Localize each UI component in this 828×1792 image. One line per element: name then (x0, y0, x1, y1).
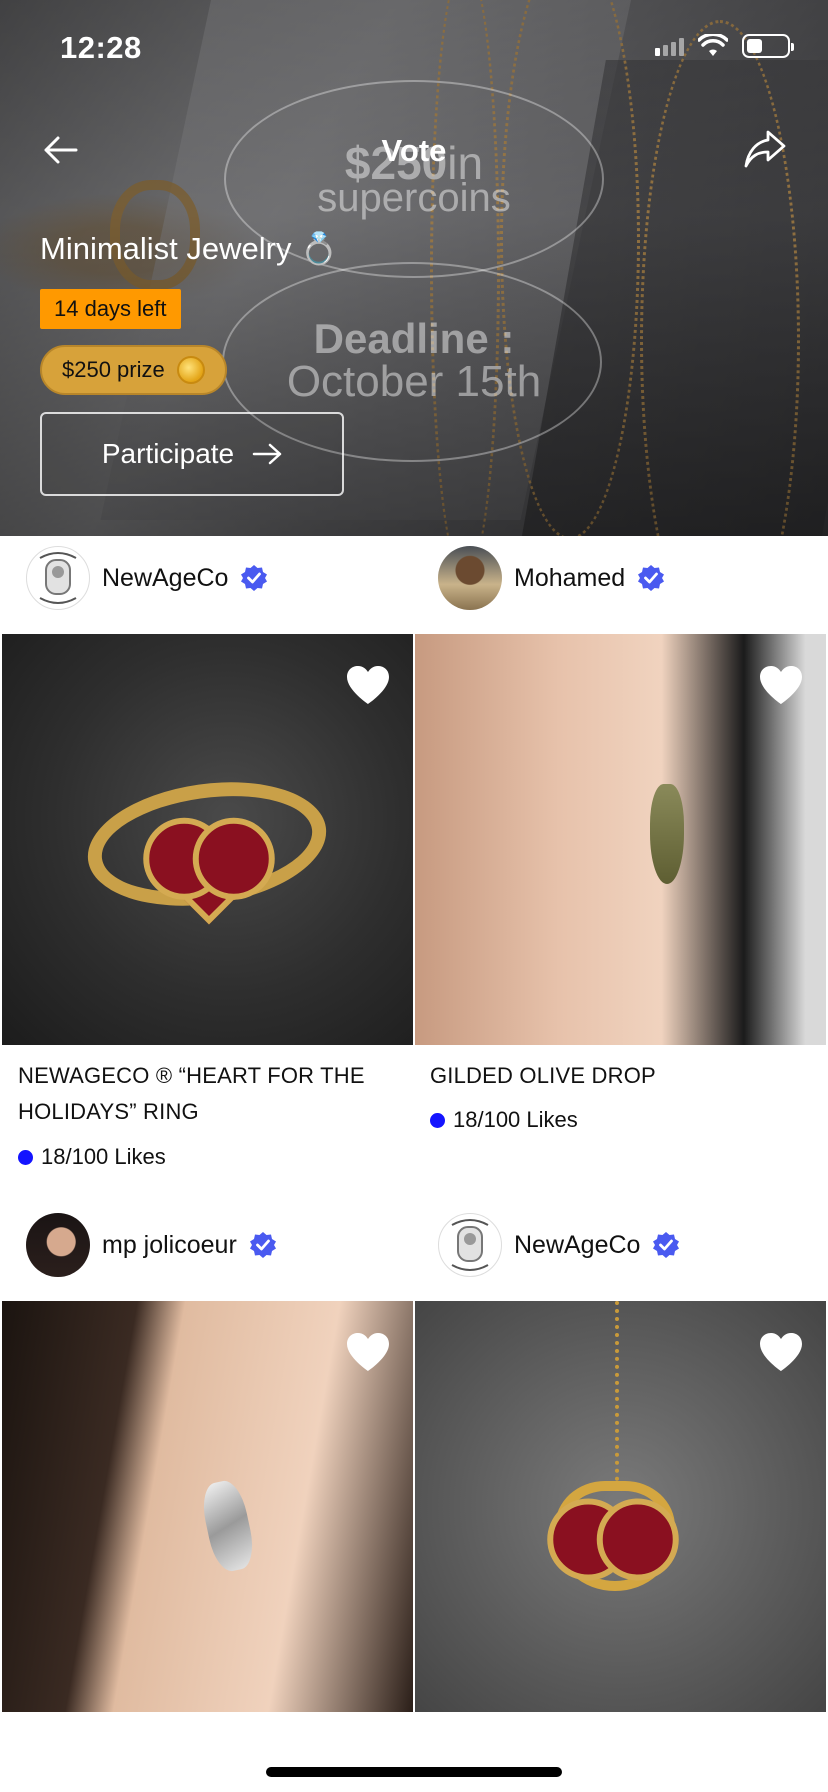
post-image-necklace[interactable] (415, 1301, 826, 1712)
challenge-hero: $250in supercoins Deadline : October 15t… (0, 0, 828, 536)
heart-icon[interactable] (758, 1331, 804, 1373)
participate-button[interactable]: Participate (40, 412, 344, 496)
newageco-logo-icon (451, 1219, 489, 1271)
wifi-icon (698, 34, 728, 56)
page-title: Vote (381, 133, 447, 168)
likes-count: 18/100 Likes (430, 1107, 578, 1133)
arrow-right-icon (252, 443, 282, 465)
battery-icon (742, 34, 794, 58)
likes-count: 18/100 Likes (18, 1144, 166, 1170)
prize-pill: $250 prize (40, 345, 227, 395)
days-left-badge: 14 days left (40, 289, 181, 329)
share-icon[interactable] (742, 128, 788, 172)
challenge-title: Minimalist Jewelry 💍 (40, 230, 339, 268)
heart-icon[interactable] (758, 664, 804, 706)
likes-dot-icon (430, 1112, 445, 1128)
heart-icon[interactable] (345, 1331, 391, 1373)
author-name[interactable]: NewAgeCo (514, 1231, 640, 1260)
ring-emoji-icon: 💍 (299, 231, 339, 267)
verified-icon (241, 565, 268, 591)
ghost-deadline-label: Deadline : (313, 315, 515, 362)
post-author[interactable]: mp jolicoeur (26, 1210, 277, 1280)
newageco-logo-icon (39, 552, 77, 604)
post-title: NEWAGECO ® “HEART FOR THE HOLIDAYS” RING (18, 1063, 365, 1124)
avatar[interactable] (26, 1213, 90, 1277)
author-name[interactable]: mp jolicoeur (102, 1231, 237, 1260)
avatar[interactable] (438, 1213, 502, 1277)
post-image-earring[interactable] (415, 634, 826, 1045)
post-image-ring[interactable] (2, 634, 413, 1045)
signal-icon (655, 36, 684, 56)
avatar[interactable] (26, 546, 90, 610)
post-author[interactable]: NewAgeCo (26, 543, 268, 613)
status-time: 12:28 (60, 30, 142, 65)
post-author[interactable]: NewAgeCo (438, 1210, 680, 1280)
avatar[interactable] (438, 546, 502, 610)
verified-icon (638, 565, 665, 591)
post-image-earring[interactable] (2, 1301, 413, 1712)
post-title: GILDED OLIVE DROP (430, 1063, 656, 1088)
author-name[interactable]: Mohamed (514, 564, 625, 593)
verified-icon (653, 1232, 680, 1258)
author-name[interactable]: NewAgeCo (102, 564, 228, 593)
coin-icon (176, 356, 205, 384)
ghost-prize-unit: supercoins (317, 176, 511, 220)
status-icons (655, 34, 794, 58)
heart-icon[interactable] (345, 664, 391, 706)
ghost-deadline-date: October 15th (286, 357, 542, 406)
verified-icon (249, 1232, 276, 1258)
post-author[interactable]: Mohamed (438, 543, 665, 613)
likes-dot-icon (18, 1149, 33, 1165)
home-indicator[interactable] (266, 1767, 562, 1777)
